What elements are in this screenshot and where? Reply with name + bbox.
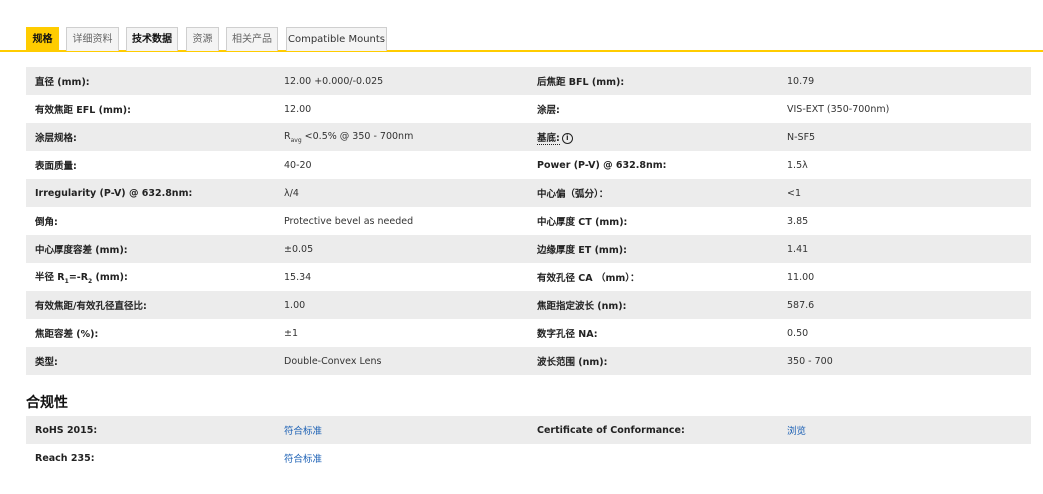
table-row: 表面质量: 40-20 Power (P-V) @ 632.8nm: 1.5λ <box>26 151 1031 179</box>
spec-label: 焦距指定波长 (nm): <box>528 291 778 319</box>
compliance-value <box>778 444 1031 472</box>
substrate-link[interactable]: N-SF5 <box>778 123 1031 151</box>
spec-label: 类型: <box>26 347 275 375</box>
spec-label: 边缘厚度 ET (mm): <box>528 235 778 263</box>
spec-value: 15.34 <box>275 263 528 291</box>
spec-label: 后焦距 BFL (mm): <box>528 67 778 95</box>
coating-avg-subscript: avg <box>290 136 302 144</box>
spec-value: 11.00 <box>778 263 1031 291</box>
spec-value: λ/4 <box>275 179 528 207</box>
spec-value: <1 <box>778 179 1031 207</box>
tab-related-products[interactable]: 相关产品 <box>226 27 278 51</box>
coating-spec-text: <0.5% @ 350 - 700nm <box>301 130 414 142</box>
tab-resources[interactable]: 资源 <box>186 27 219 51</box>
spec-label: 表面质量: <box>26 151 275 179</box>
table-row: 有效焦距/有效孔径直径比: 1.00 焦距指定波长 (nm): 587.6 <box>26 291 1031 319</box>
substrate-label[interactable]: 基底: <box>537 133 560 145</box>
spec-value: 40-20 <box>275 151 528 179</box>
spec-label: 涂层规格: <box>26 123 275 151</box>
spec-value: 3.85 <box>778 207 1031 235</box>
spec-label: 有效孔径 CA （mm）： <box>528 263 778 291</box>
spec-label: 数字孔径 NA: <box>528 319 778 347</box>
radius-label-a: 半径 R <box>35 272 65 284</box>
tab-specifications[interactable]: 规格 <box>26 27 59 51</box>
table-row: 直径 (mm): 12.00 +0.000/-0.025 后焦距 BFL (mm… <box>26 67 1031 95</box>
spec-value: 12.00 +0.000/-0.025 <box>275 67 528 95</box>
compliance-label: Certificate of Conformance: <box>528 416 778 444</box>
spec-label: 有效焦距/有效孔径直径比: <box>26 291 275 319</box>
spec-value: 10.79 <box>778 67 1031 95</box>
spec-value: 350 - 700 <box>778 347 1031 375</box>
spec-label: 焦距容差 (%): <box>26 319 275 347</box>
spec-label: 有效焦距 EFL (mm): <box>26 95 275 123</box>
spec-label: 半径 R1=-R2 (mm): <box>26 263 275 291</box>
compliance-label: Reach 235: <box>26 444 275 472</box>
table-row: 中心厚度容差 (mm): ±0.05 边缘厚度 ET (mm): 1.41 <box>26 235 1031 263</box>
spec-label: 倒角: <box>26 207 275 235</box>
spec-value: ±1 <box>275 319 528 347</box>
compliance-label: RoHS 2015: <box>26 416 275 444</box>
tab-details[interactable]: 详细资料 <box>66 27 119 51</box>
spec-value: VIS-EXT (350-700nm) <box>778 95 1031 123</box>
table-row: 有效焦距 EFL (mm): 12.00 涂层: VIS-EXT (350-70… <box>26 95 1031 123</box>
spec-label: Irregularity (P-V) @ 632.8nm: <box>26 179 275 207</box>
spec-label: 中心偏（弧分）： <box>528 179 778 207</box>
spec-label: 基底: i <box>528 123 778 151</box>
tab-bar: 规格 详细资料 技术数据 资源 相关产品 Compatible Mounts <box>0 0 1043 52</box>
spec-value: Ravg <0.5% @ 350 - 700nm <box>275 123 528 151</box>
tab-compatible-mounts[interactable]: Compatible Mounts <box>286 27 387 51</box>
table-row: Irregularity (P-V) @ 632.8nm: λ/4 中心偏（弧分… <box>26 179 1031 207</box>
spec-label: 波长范围 (nm): <box>528 347 778 375</box>
table-row: RoHS 2015: 符合标准 Certificate of Conforman… <box>26 416 1031 444</box>
certificate-view-link[interactable]: 浏览 <box>778 416 1031 444</box>
tab-technical-data[interactable]: 技术数据 <box>126 27 178 51</box>
rohs-compliant-link[interactable]: 符合标准 <box>275 416 528 444</box>
spec-value: 12.00 <box>275 95 528 123</box>
coating-r-symbol: R <box>284 130 291 142</box>
table-row: 涂层规格: Ravg <0.5% @ 350 - 700nm 基底: i N-SF… <box>26 123 1031 151</box>
table-row: 类型: Double-Convex Lens 波长范围 (nm): 350 - … <box>26 347 1031 375</box>
spec-value: ±0.05 <box>275 235 528 263</box>
spec-value: Double-Convex Lens <box>275 347 528 375</box>
spec-label: 中心厚度容差 (mm): <box>26 235 275 263</box>
compliance-label <box>528 444 778 472</box>
table-row: 焦距容差 (%): ±1 数字孔径 NA: 0.50 <box>26 319 1031 347</box>
table-row: 倒角: Protective bevel as needed 中心厚度 CT (… <box>26 207 1031 235</box>
spec-label: Power (P-V) @ 632.8nm: <box>528 151 778 179</box>
table-row: 半径 R1=-R2 (mm): 15.34 有效孔径 CA （mm）： 11.0… <box>26 263 1031 291</box>
table-row: Reach 235: 符合标准 <box>26 444 1031 472</box>
spec-value: 1.5λ <box>778 151 1031 179</box>
spec-value: Protective bevel as needed <box>275 207 528 235</box>
spec-label: 涂层: <box>528 95 778 123</box>
radius-label-c: (mm): <box>92 272 128 284</box>
spec-value: 0.50 <box>778 319 1031 347</box>
compliance-table: RoHS 2015: 符合标准 Certificate of Conforman… <box>26 416 1031 472</box>
info-icon[interactable]: i <box>561 133 573 144</box>
spec-value: 587.6 <box>778 291 1031 319</box>
spec-label: 中心厚度 CT (mm): <box>528 207 778 235</box>
specifications-table: 直径 (mm): 12.00 +0.000/-0.025 后焦距 BFL (mm… <box>26 67 1031 375</box>
radius-label-b: =-R <box>68 272 89 284</box>
spec-value: 1.41 <box>778 235 1031 263</box>
spec-value: 1.00 <box>275 291 528 319</box>
reach-compliant-link[interactable]: 符合标准 <box>275 444 528 472</box>
compliance-heading: 合规性 <box>26 395 68 411</box>
spec-label: 直径 (mm): <box>26 67 275 95</box>
